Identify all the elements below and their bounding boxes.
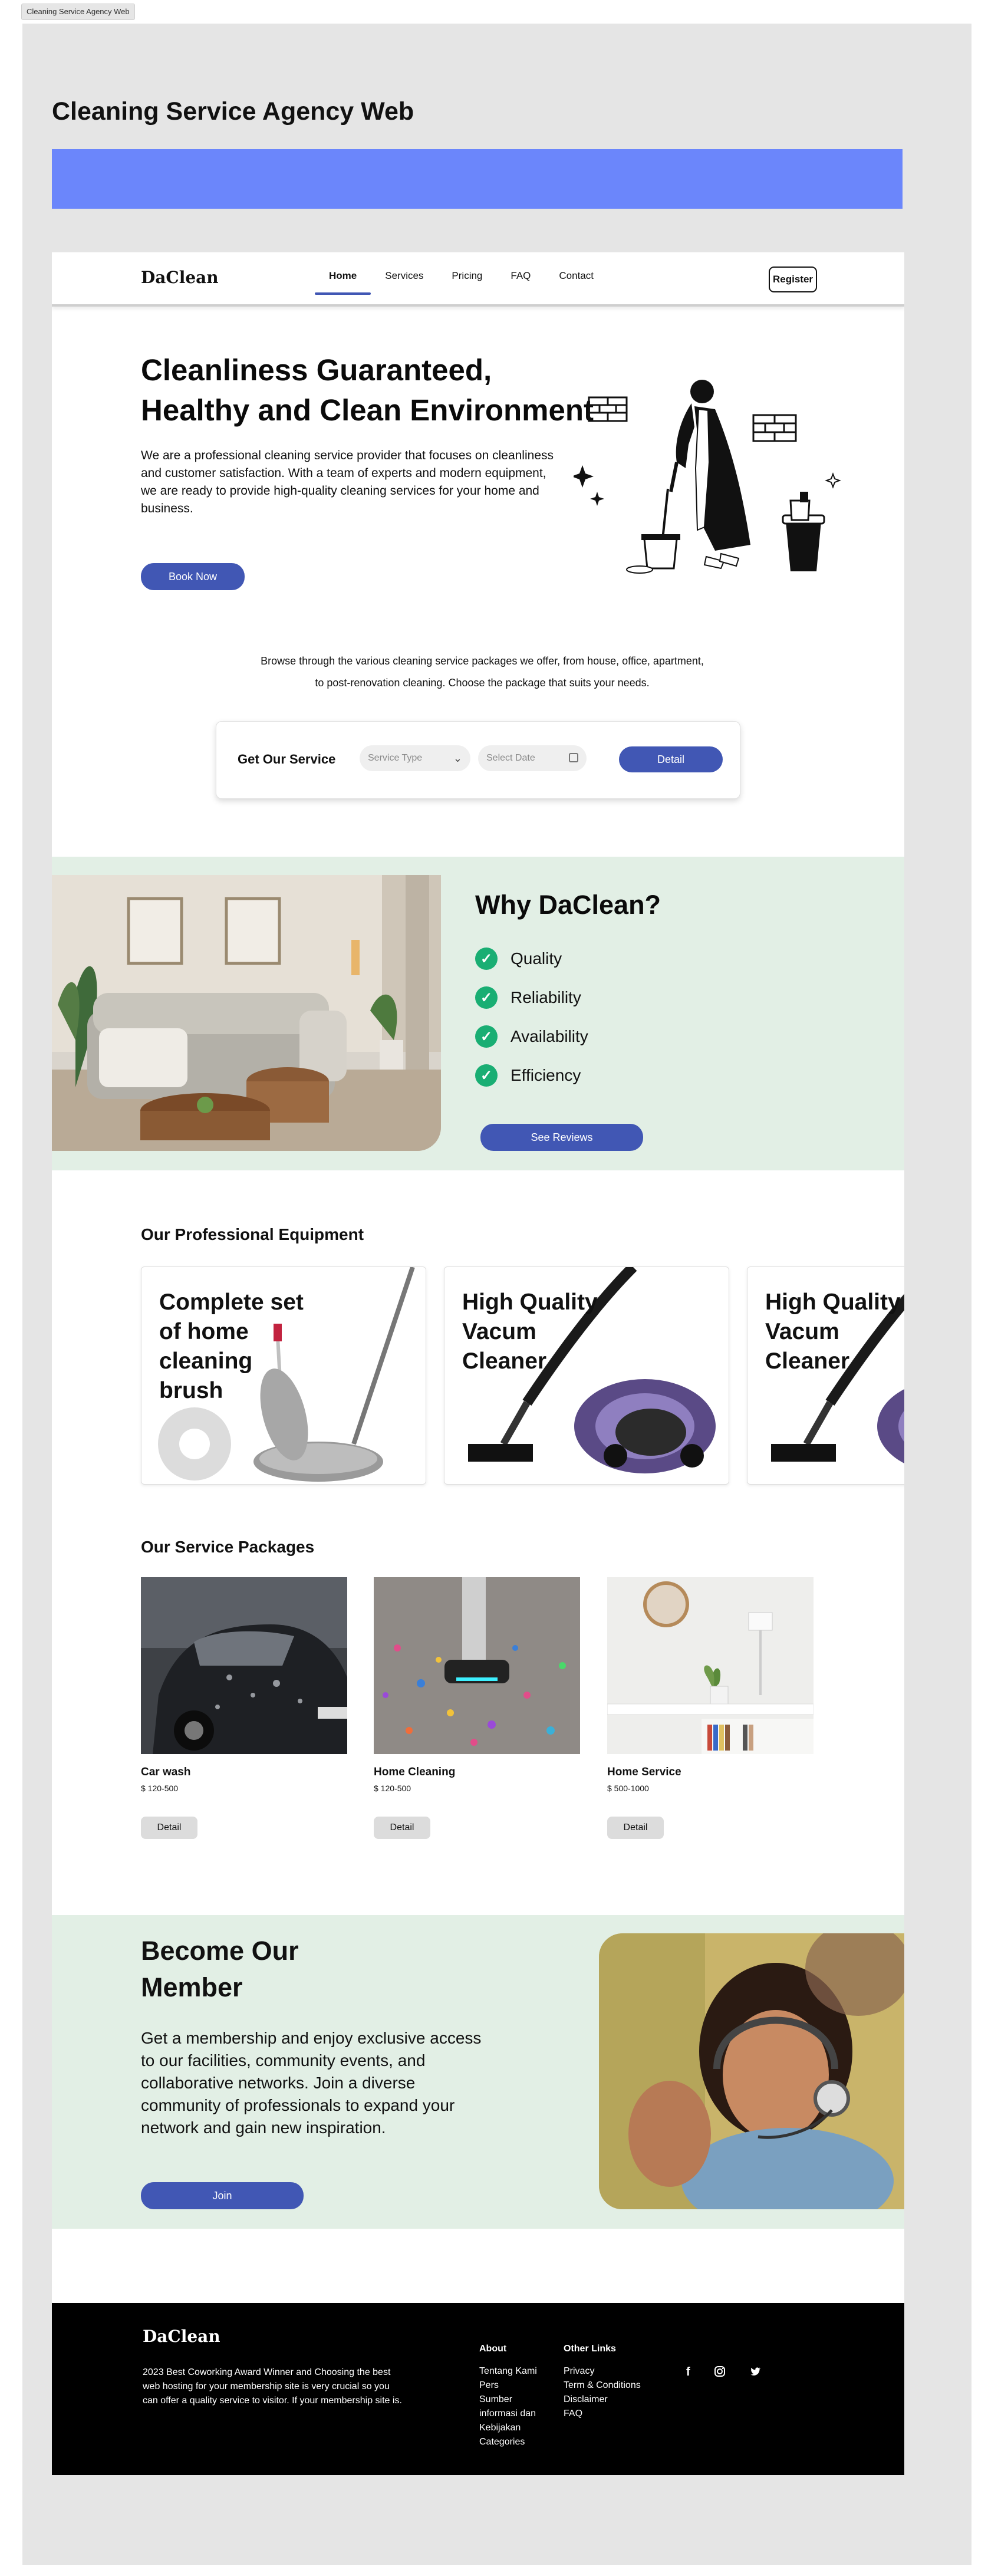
nav-link-home[interactable]: Home <box>315 270 371 295</box>
footer-link[interactable]: FAQ <box>564 2407 676 2421</box>
footer-about-text: 2023 Best Coworking Award Winner and Cho… <box>143 2367 402 2406</box>
equipment-card[interactable]: High Quality Vacum Cleaner <box>747 1266 904 1485</box>
service-card: Car wash $ 120-500 Detail <box>141 1577 347 1839</box>
why-item-label: Reliability <box>511 988 581 1006</box>
date-placeholder: Select Date <box>486 753 535 763</box>
footer-column-about: About Tentang Kami Pers Sumber informasi… <box>479 2342 550 2449</box>
service-card: Home Service $ 500-1000 Detail <box>607 1577 814 1839</box>
why-item-label: Efficiency <box>511 1066 581 1084</box>
hero-title: Cleanliness Guaranteed, Healthy and Clea… <box>141 353 594 427</box>
calendar-icon <box>569 753 578 762</box>
why-item-label: Quality <box>511 949 562 968</box>
footer-link[interactable]: Tentang Kami <box>479 2364 550 2378</box>
footer-link[interactable]: Disclaimer <box>564 2393 676 2407</box>
check-icon: ✓ <box>475 1025 498 1048</box>
service-price: $ 120-500 <box>374 1784 411 1793</box>
hero-text: We are a professional cleaning service p… <box>141 449 554 515</box>
home-cleaning-photo <box>374 1577 580 1754</box>
logo[interactable]: DaClean <box>141 268 219 287</box>
service-price: $ 500-1000 <box>607 1784 649 1793</box>
equipment-card[interactable]: Complete set of home cleaning brush <box>141 1266 426 1485</box>
why-section: Why DaClean? ✓ Quality ✓ Reliability ✓ A… <box>52 857 904 1170</box>
nav-link-pricing[interactable]: Pricing <box>437 270 496 294</box>
check-icon: ✓ <box>475 986 498 1009</box>
nav-links: Home Services Pricing FAQ Contact <box>315 270 608 295</box>
nav-link-contact[interactable]: Contact <box>545 270 608 294</box>
cleaning-woman-illustration <box>574 380 841 574</box>
why-item: ✓ Reliability <box>475 978 588 1017</box>
why-title: Why DaClean? <box>475 890 661 920</box>
tab-label[interactable]: Cleaning Service Agency Web <box>21 4 135 20</box>
footer-logo[interactable]: DaClean <box>143 2327 220 2346</box>
get-service-title: Get Our Service <box>238 752 336 766</box>
footer-column-other-links: Other Links Privacy Term & Conditions Di… <box>564 2342 676 2421</box>
service-type-select[interactable]: Service Type ⌄ <box>360 745 470 771</box>
service-detail-button[interactable]: Detail <box>141 1817 197 1839</box>
equipment-label: High Quality Vacum Cleaner <box>765 1289 901 1374</box>
twitter-icon[interactable] <box>749 2366 761 2377</box>
service-detail-button[interactable]: Detail <box>607 1817 664 1839</box>
service-name: Home Cleaning <box>374 1766 456 1778</box>
intro-text: Browse through the various cleaning serv… <box>261 655 704 689</box>
equipment-card[interactable]: High Quality Vacum Cleaner <box>444 1266 729 1485</box>
date-picker[interactable]: Select Date <box>478 745 587 771</box>
member-section: Become Our Member Get a membership and e… <box>52 1915 904 2229</box>
see-reviews-button[interactable]: See Reviews <box>480 1124 643 1151</box>
service-type-placeholder: Service Type <box>368 753 423 763</box>
services-title: Our Service Packages <box>141 1538 315 1556</box>
frame-title: Cleaning Service Agency Web <box>52 97 414 126</box>
detail-button[interactable]: Detail <box>619 746 723 772</box>
nav-link-services[interactable]: Services <box>371 270 437 294</box>
facebook-icon[interactable]: f <box>686 2366 690 2379</box>
instagram-icon[interactable] <box>714 2366 726 2377</box>
footer-column-title: Other Links <box>564 2344 616 2354</box>
equipment-label: High Quality Vacum Cleaner <box>462 1289 598 1374</box>
why-list: ✓ Quality ✓ Reliability ✓ Availability ✓… <box>475 939 588 1095</box>
service-price: $ 120-500 <box>141 1784 179 1793</box>
living-room-photo <box>52 875 441 1151</box>
why-item-label: Availability <box>511 1027 588 1045</box>
footer: DaClean 2023 Best Coworking Award Winner… <box>52 2303 904 2475</box>
member-title: Become Our Member <box>141 1936 299 2002</box>
member-text: Get a membership and enjoy exclusive acc… <box>141 2029 482 2137</box>
navbar: DaClean Home Services Pricing FAQ Contac… <box>52 252 904 307</box>
footer-link[interactable]: Sumber informasi dan Kebijakan <box>479 2393 550 2435</box>
why-item: ✓ Quality <box>475 939 588 978</box>
register-button[interactable]: Register <box>769 267 817 292</box>
footer-column-title: About <box>479 2344 507 2354</box>
join-button[interactable]: Join <box>141 2182 304 2209</box>
chevron-down-icon: ⌄ <box>453 752 462 764</box>
service-name: Car wash <box>141 1766 191 1778</box>
service-name: Home Service <box>607 1766 681 1778</box>
footer-link[interactable]: Pers <box>479 2378 550 2393</box>
check-icon: ✓ <box>475 1064 498 1087</box>
equipment-title: Our Professional Equipment <box>141 1225 364 1243</box>
why-item: ✓ Availability <box>475 1017 588 1056</box>
book-now-button[interactable]: Book Now <box>141 563 245 590</box>
nav-link-faq[interactable]: FAQ <box>496 270 545 294</box>
home-service-photo <box>607 1577 814 1754</box>
get-service-card: Get Our Service Service Type ⌄ Select Da… <box>216 721 740 799</box>
website-page: DaClean Home Services Pricing FAQ Contac… <box>52 252 904 2475</box>
car-wash-photo <box>141 1577 347 1754</box>
footer-link[interactable]: Categories <box>479 2435 550 2449</box>
social-icons: f <box>686 2366 761 2379</box>
browser-strip <box>0 0 988 24</box>
footer-link[interactable]: Privacy <box>564 2364 676 2378</box>
check-icon: ✓ <box>475 948 498 970</box>
blue-banner <box>52 149 903 209</box>
service-card: Home Cleaning $ 120-500 Detail <box>374 1577 580 1839</box>
footer-link[interactable]: Term & Conditions <box>564 2378 676 2393</box>
equipment-label: Complete set of home cleaning brush <box>159 1289 304 1403</box>
support-team-photo <box>599 1933 904 2209</box>
service-detail-button[interactable]: Detail <box>374 1817 430 1839</box>
why-item: ✓ Efficiency <box>475 1056 588 1095</box>
